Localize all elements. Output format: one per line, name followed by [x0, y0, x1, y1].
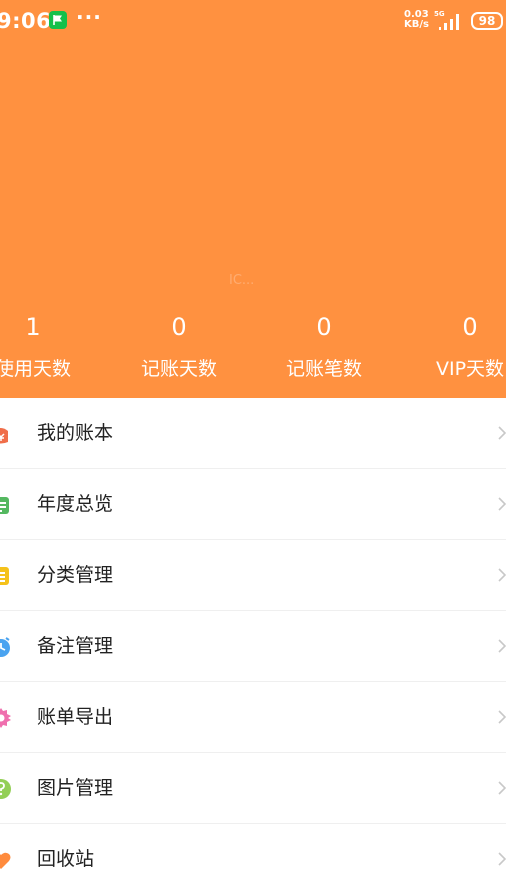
menu-item-label: 账单导出 [37, 706, 114, 728]
watermark: IC... [229, 273, 255, 288]
menu-item-image-management[interactable]: 图片管理 [0, 753, 506, 824]
menu-item-label: 回收站 [37, 848, 95, 870]
menu-list: 我的账本 年度总览 分类管理 备注管理 账单导出 图片管理 回收站 [0, 398, 506, 890]
menu-item-category-management[interactable]: 分类管理 [0, 540, 506, 611]
category-icon [0, 567, 9, 585]
stat-bookkeeping-entries[interactable]: 0 记账笔数 [254, 305, 394, 389]
menu-item-label: 年度总览 [37, 493, 114, 515]
chevron-right-icon [498, 568, 506, 582]
gear-icon [0, 708, 11, 728]
ledger-icon [0, 428, 8, 444]
screen: 9:06 ··· 0.03 KB/s 5G 98 IC... 1 使用天数 0 … [0, 0, 506, 890]
chevron-right-icon [498, 710, 506, 724]
chevron-right-icon [498, 781, 506, 795]
menu-item-label: 备注管理 [37, 635, 114, 657]
menu-item-bill-export[interactable]: 账单导出 [0, 682, 506, 753]
menu-item-note-management[interactable]: 备注管理 [0, 611, 506, 682]
stat-usage-days[interactable]: 1 使用天数 [0, 305, 103, 389]
stat-value: 1 [25, 313, 41, 341]
clock-icon [0, 637, 10, 657]
stat-vip-days[interactable]: 0 VIP天数 [400, 305, 506, 389]
menu-item-label: 分类管理 [37, 564, 114, 586]
calendar-icon [0, 497, 9, 514]
stat-value: 0 [171, 313, 187, 341]
chevron-right-icon [498, 639, 506, 653]
menu-item-label: 图片管理 [37, 777, 114, 799]
status-time: 9:06 [0, 9, 52, 33]
stat-value: 0 [462, 313, 478, 341]
image-icon [0, 779, 11, 799]
battery-indicator: 98 [471, 12, 503, 30]
stat-label: VIP天数 [435, 358, 505, 380]
stat-label: 记账笔数 [285, 358, 362, 380]
notification-flag-icon [49, 11, 67, 29]
chevron-right-icon [498, 426, 506, 440]
profile-header: 9:06 ··· 0.03 KB/s 5G 98 IC... 1 使用天数 0 … [0, 0, 506, 398]
network-speed: 0.03 KB/s [404, 10, 429, 30]
status-bar: 9:06 ··· 0.03 KB/s 5G 98 [0, 0, 506, 44]
signal-strength-icon [439, 14, 459, 30]
stat-bookkeeping-days[interactable]: 0 记账天数 [109, 305, 249, 389]
chevron-right-icon [498, 852, 506, 866]
menu-item-my-ledger[interactable]: 我的账本 [0, 398, 506, 469]
more-notifications-icon: ··· [76, 5, 102, 29]
stat-label: 使用天数 [0, 358, 71, 380]
menu-item-recycle-bin[interactable]: 回收站 [0, 824, 506, 890]
stat-value: 0 [316, 313, 332, 341]
menu-item-annual-overview[interactable]: 年度总览 [0, 469, 506, 540]
menu-item-label: 我的账本 [37, 422, 114, 444]
stat-label: 记账天数 [140, 358, 217, 380]
stats-row: 1 使用天数 0 记账天数 0 记账笔数 0 VIP天数 [0, 305, 506, 395]
chevron-right-icon [498, 497, 506, 511]
network-speed-unit: KB/s [404, 19, 429, 30]
trash-icon [0, 852, 11, 869]
